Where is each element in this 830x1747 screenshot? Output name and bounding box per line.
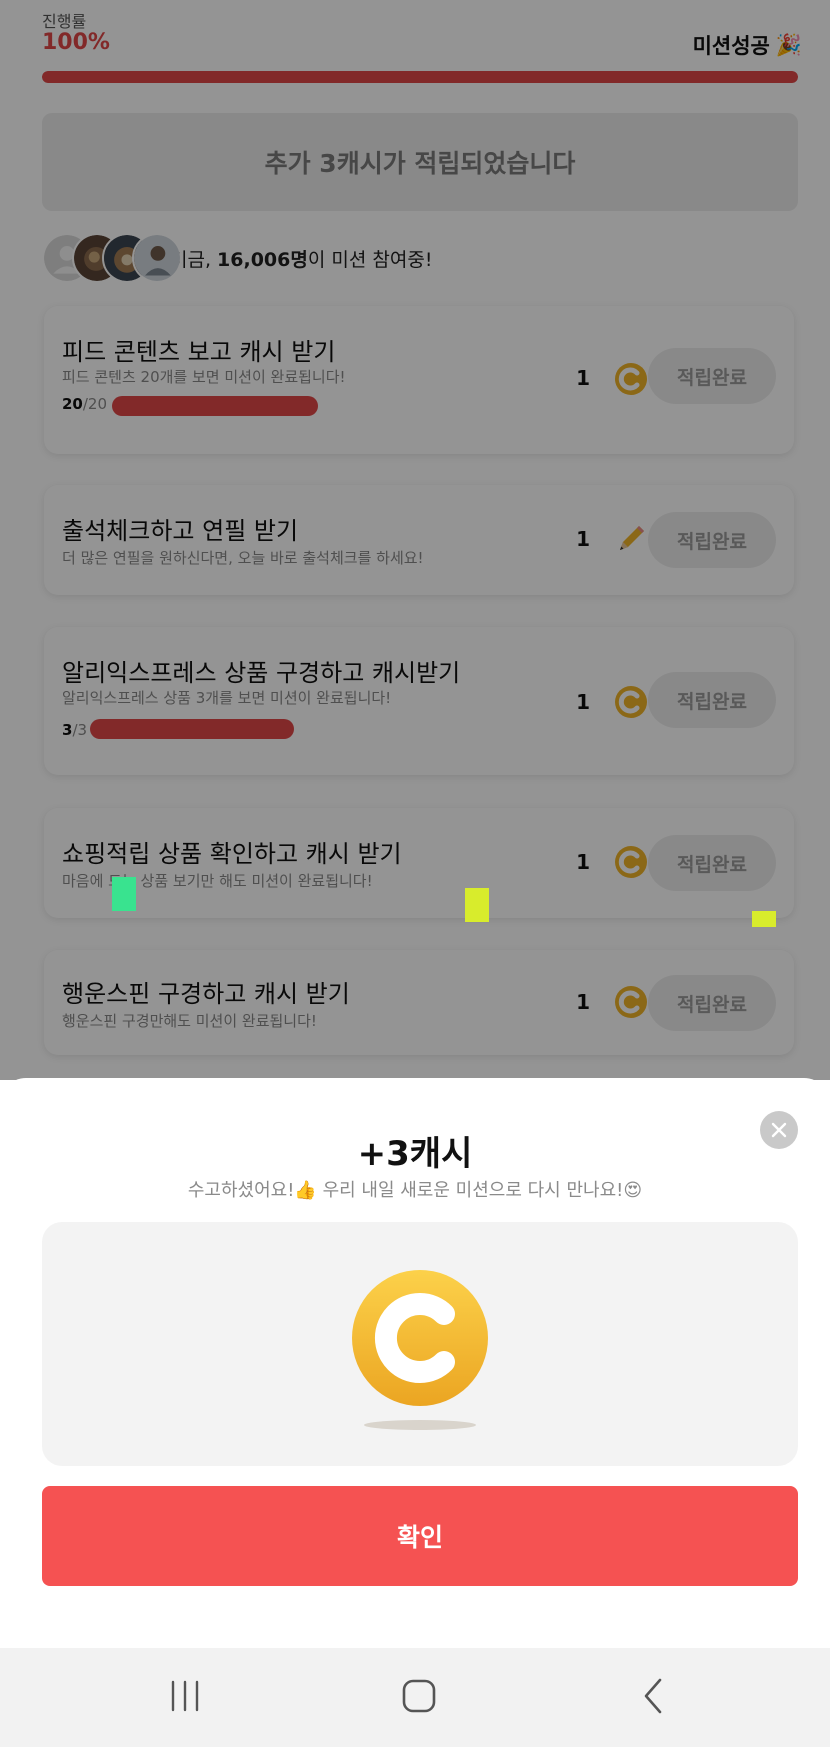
sheet-title: +3캐시 [357,1134,473,1174]
recent-apps-icon[interactable] [160,1676,210,1716]
system-navigation-bar [0,1648,830,1747]
confirm-button[interactable]: 확인 [42,1486,798,1586]
coin-panel [42,1222,798,1466]
confetti-piece [752,911,776,927]
reward-bottom-sheet: +3캐시 수고하셨어요!👍 우리 내일 새로운 미션으로 다시 만나요!😍 확인 [0,1078,830,1648]
home-icon[interactable] [394,1676,444,1716]
big-coin-icon [352,1270,488,1430]
recent-apps-glyph [171,1680,199,1712]
back-icon[interactable] [630,1676,680,1716]
modal-backdrop[interactable] [0,0,830,1080]
back-glyph [644,1678,662,1714]
mission-page: 진행률 100% 미션성공 🎉 추가 3캐시가 적립되었습니다 지금, 16,0… [0,0,830,1747]
confetti-piece [465,888,489,922]
confetti-piece [112,877,136,911]
home-glyph [402,1679,436,1713]
sheet-subtitle: 수고하셨어요!👍 우리 내일 새로운 미션으로 다시 만나요!😍 [187,1180,643,1201]
